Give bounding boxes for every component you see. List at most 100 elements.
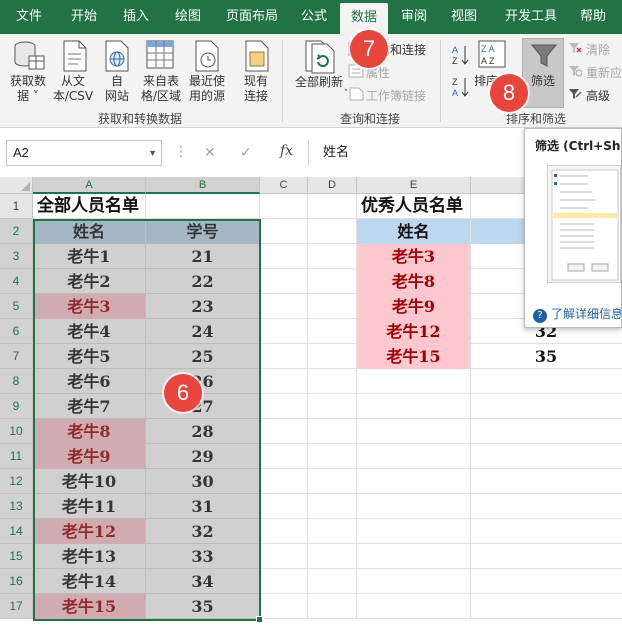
advanced-button[interactable]: 高级 bbox=[586, 87, 610, 104]
recent-sources-button[interactable]: 最近使 用的源 bbox=[184, 74, 230, 104]
formula-input[interactable]: 姓名 bbox=[308, 140, 520, 166]
svg-text:Z: Z bbox=[452, 56, 458, 66]
tab-home[interactable]: 开始 bbox=[60, 0, 108, 34]
row-header[interactable]: 13 bbox=[0, 494, 33, 519]
text-file-icon bbox=[62, 40, 88, 75]
column-header[interactable]: A bbox=[33, 177, 146, 194]
tooltip-title: 筛选 (Ctrl+Shift+L) bbox=[535, 139, 621, 153]
cell[interactable]: 老牛12 bbox=[357, 319, 470, 344]
tab-help[interactable]: 帮助 bbox=[570, 0, 616, 34]
learn-more-link[interactable]: ? 了解详细信息 bbox=[533, 305, 622, 323]
row-header[interactable]: 4 bbox=[0, 269, 33, 294]
svg-text:A: A bbox=[452, 88, 458, 98]
row-header[interactable]: 17 bbox=[0, 594, 33, 619]
filter-preview-image bbox=[547, 165, 621, 283]
refresh-all-icon bbox=[304, 40, 336, 77]
ribbon-data: 获取数 据 ˅ 从文 本/CSV 自 网站 来自表 格/区域 最近使 用的源 现… bbox=[0, 34, 622, 128]
fill-handle[interactable] bbox=[256, 616, 263, 623]
tab-insert[interactable]: 插入 bbox=[112, 0, 160, 34]
row-header[interactable]: 14 bbox=[0, 519, 33, 544]
database-icon bbox=[12, 40, 46, 75]
row-header[interactable]: 10 bbox=[0, 419, 33, 444]
group-separator bbox=[440, 40, 441, 122]
select-all-button[interactable] bbox=[0, 177, 33, 194]
row-header[interactable]: 12 bbox=[0, 469, 33, 494]
reapply-icon bbox=[568, 65, 583, 80]
existing-connections-button[interactable]: 现有 连接 bbox=[236, 74, 276, 104]
svg-text:A Z: A Z bbox=[481, 56, 495, 66]
ribbon-tab-bar: 文件 开始 插入 绘图 页面布局 公式 数据 审阅 视图 开发工具 帮助 bbox=[0, 0, 622, 34]
tab-developer[interactable]: 开发工具 bbox=[496, 0, 566, 34]
column-header[interactable]: E bbox=[357, 177, 471, 194]
row-header[interactable]: 9 bbox=[0, 394, 33, 419]
cell[interactable]: 老牛9 bbox=[357, 294, 470, 319]
row-header[interactable]: 5 bbox=[0, 294, 33, 319]
name-box-value: A2 bbox=[13, 145, 29, 160]
web-icon bbox=[104, 40, 130, 75]
group-label-sort-filter: 排序和筛选 bbox=[505, 112, 566, 126]
svg-text:A: A bbox=[452, 45, 458, 55]
svg-text:Z: Z bbox=[452, 77, 458, 87]
column-header[interactable]: D bbox=[308, 177, 357, 194]
sort-az-icon[interactable]: AZ bbox=[452, 44, 470, 69]
clear-button[interactable]: 清除 bbox=[586, 41, 610, 58]
row-header[interactable]: 7 bbox=[0, 344, 33, 369]
selection-border bbox=[33, 219, 261, 621]
get-data-button[interactable]: 获取数 据 ˅ bbox=[4, 74, 52, 104]
column-header[interactable]: B bbox=[146, 177, 260, 194]
tab-formulas[interactable]: 公式 bbox=[292, 0, 336, 34]
column-header[interactable]: C bbox=[260, 177, 308, 194]
name-box[interactable]: A2 ▼ bbox=[6, 140, 162, 166]
filter-tooltip: 筛选 (Ctrl+Shift+L) ? 了解详细信息 bbox=[524, 128, 622, 328]
sort-za-icon[interactable]: ZA bbox=[452, 76, 470, 101]
enter-icon[interactable]: ✓ bbox=[240, 145, 252, 161]
tab-page-layout[interactable]: 页面布局 bbox=[218, 0, 286, 34]
cell[interactable]: 姓名 bbox=[357, 219, 470, 244]
from-text-csv-button[interactable]: 从文 本/CSV bbox=[50, 74, 96, 104]
funnel-icon[interactable] bbox=[530, 42, 558, 73]
existing-connections-icon bbox=[244, 40, 270, 75]
row-header[interactable]: 15 bbox=[0, 544, 33, 569]
clear-filter-icon bbox=[568, 42, 582, 57]
workbook-links-button[interactable]: 工作簿链接 bbox=[366, 87, 426, 104]
chevron-down-icon[interactable]: ▼ bbox=[148, 141, 157, 165]
callout-6: 6 bbox=[164, 374, 202, 412]
advanced-filter-icon bbox=[568, 88, 582, 103]
tab-draw[interactable]: 绘图 bbox=[164, 0, 212, 34]
cell[interactable]: 老牛8 bbox=[357, 269, 470, 294]
cell[interactable]: 35 bbox=[471, 344, 621, 369]
cell[interactable]: 老牛15 bbox=[357, 344, 470, 369]
row-header[interactable]: 16 bbox=[0, 569, 33, 594]
row-header[interactable]: 8 bbox=[0, 369, 33, 394]
cancel-icon[interactable]: ✕ bbox=[204, 145, 216, 161]
tab-data[interactable]: 数据 bbox=[340, 3, 388, 34]
table-title[interactable]: 全部人员名单 bbox=[33, 194, 259, 219]
tab-review[interactable]: 审阅 bbox=[392, 0, 436, 34]
from-table-range-button[interactable]: 来自表 格/区域 bbox=[138, 74, 184, 104]
tab-view[interactable]: 视图 bbox=[442, 0, 486, 34]
reapply-button[interactable]: 重新应用 bbox=[586, 64, 622, 81]
recent-sources-icon bbox=[194, 40, 220, 75]
filter-button[interactable]: 筛选 bbox=[524, 74, 562, 89]
gridline bbox=[307, 194, 308, 619]
table-icon bbox=[146, 40, 174, 73]
help-icon: ? bbox=[533, 309, 547, 323]
row-header[interactable]: 11 bbox=[0, 444, 33, 469]
insert-function-icon[interactable]: fx bbox=[280, 143, 293, 159]
tab-file[interactable]: 文件 bbox=[4, 0, 54, 34]
row-header[interactable]: 2 bbox=[0, 219, 33, 244]
group-label-queries: 查询和连接 bbox=[339, 112, 400, 126]
row-header[interactable]: 3 bbox=[0, 244, 33, 269]
row-header[interactable]: 6 bbox=[0, 319, 33, 344]
group-label-get-transform: 获取和转换数据 bbox=[97, 112, 182, 126]
callout-7: 7 bbox=[350, 30, 388, 68]
group-separator bbox=[282, 40, 283, 122]
workbook-links-icon bbox=[348, 87, 364, 104]
svg-text:Z A: Z A bbox=[481, 44, 495, 54]
sort-dialog-icon: Z A A Z bbox=[478, 40, 506, 71]
more-icon: ⋮ bbox=[174, 144, 188, 160]
from-web-button[interactable]: 自 网站 bbox=[98, 74, 136, 104]
row-header[interactable]: 1 bbox=[0, 194, 33, 219]
cell[interactable]: 老牛3 bbox=[357, 244, 470, 269]
learn-more-label: 了解详细信息 bbox=[551, 307, 622, 321]
